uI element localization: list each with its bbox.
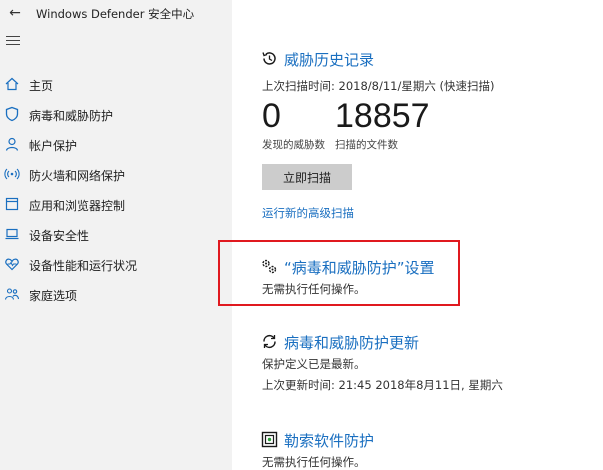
sidebar-item-label: 病毒和威胁防护 xyxy=(29,109,114,123)
sidebar-item-device-performance[interactable]: 设备性能和运行状况 xyxy=(0,252,232,278)
sidebar-item-family-options[interactable]: 家庭选项 xyxy=(0,282,232,308)
sidebar-item-label: 主页 xyxy=(29,79,54,93)
ransomware-shield-icon xyxy=(261,431,278,448)
window-title: Windows Defender 安全中心 xyxy=(36,7,195,21)
laptop-icon xyxy=(4,226,20,242)
history-clock-icon xyxy=(261,50,278,67)
home-icon xyxy=(4,76,20,92)
protection-updates-status: 保护定义已是最新。 xyxy=(262,357,366,371)
wifi-icon xyxy=(4,166,20,182)
back-arrow-icon[interactable]: ← xyxy=(6,4,24,22)
title-bar: ← Windows Defender 安全中心 xyxy=(0,0,232,28)
shield-icon xyxy=(4,106,20,122)
protection-settings-status: 无需执行任何操作。 xyxy=(262,282,366,296)
family-icon xyxy=(4,286,20,302)
sidebar-item-label: 家庭选项 xyxy=(29,289,78,303)
sidebar-item-label: 设备性能和运行状况 xyxy=(29,259,138,273)
last-update-time: 上次更新时间: 21:45 2018年8月11日, 星期六 xyxy=(262,378,503,392)
ransomware-title[interactable]: 勒索软件防护 xyxy=(284,430,374,451)
sidebar-item-label: 应用和浏览器控制 xyxy=(29,199,126,213)
heart-icon xyxy=(4,256,20,272)
app-window-icon xyxy=(4,196,20,212)
hamburger-menu-icon[interactable] xyxy=(6,36,20,48)
sidebar-item-app-browser-control[interactable]: 应用和浏览器控制 xyxy=(0,192,232,218)
sidebar-item-label: 帐户保护 xyxy=(29,139,78,153)
main-content: 威胁历史记录 上次扫描时间: 2018/8/11/星期六 (快速扫描) 0 发现… xyxy=(232,0,603,470)
protection-updates-title[interactable]: 病毒和威胁防护更新 xyxy=(284,332,419,353)
files-scanned-count: 18857 xyxy=(335,97,430,135)
ransomware-status: 无需执行任何操作。 xyxy=(262,455,366,469)
files-scanned-label: 扫描的文件数 xyxy=(335,139,398,151)
sidebar-item-virus-threat-protection[interactable]: 病毒和威胁防护 xyxy=(0,102,232,128)
threat-history-title[interactable]: 威胁历史记录 xyxy=(284,49,374,70)
sidebar-item-device-security[interactable]: 设备安全性 xyxy=(0,222,232,248)
protection-settings-title[interactable]: “病毒和威胁防护”设置 xyxy=(284,257,435,278)
sidebar-item-firewall[interactable]: 防火墙和网络保护 xyxy=(0,162,232,188)
last-scan-time: 上次扫描时间: 2018/8/11/星期六 (快速扫描) xyxy=(262,79,495,93)
threats-found-count: 0 xyxy=(262,97,281,135)
sidebar: 主页 病毒和威胁防护 帐户保护 防火墙和网络保护 应用和浏览器控制 设备安全性 xyxy=(0,28,232,470)
sidebar-item-home[interactable]: 主页 xyxy=(0,72,232,98)
threats-found-label: 发现的威胁数 xyxy=(262,139,325,151)
sidebar-item-label: 防火墙和网络保护 xyxy=(29,169,126,183)
person-icon xyxy=(4,136,20,152)
sidebar-item-account-protection[interactable]: 帐户保护 xyxy=(0,132,232,158)
update-refresh-icon xyxy=(261,333,278,350)
advanced-scan-link[interactable]: 运行新的高级扫描 xyxy=(262,205,354,221)
scan-now-button[interactable]: 立即扫描 xyxy=(262,164,352,190)
settings-gears-icon xyxy=(261,258,278,275)
sidebar-item-label: 设备安全性 xyxy=(29,229,90,243)
